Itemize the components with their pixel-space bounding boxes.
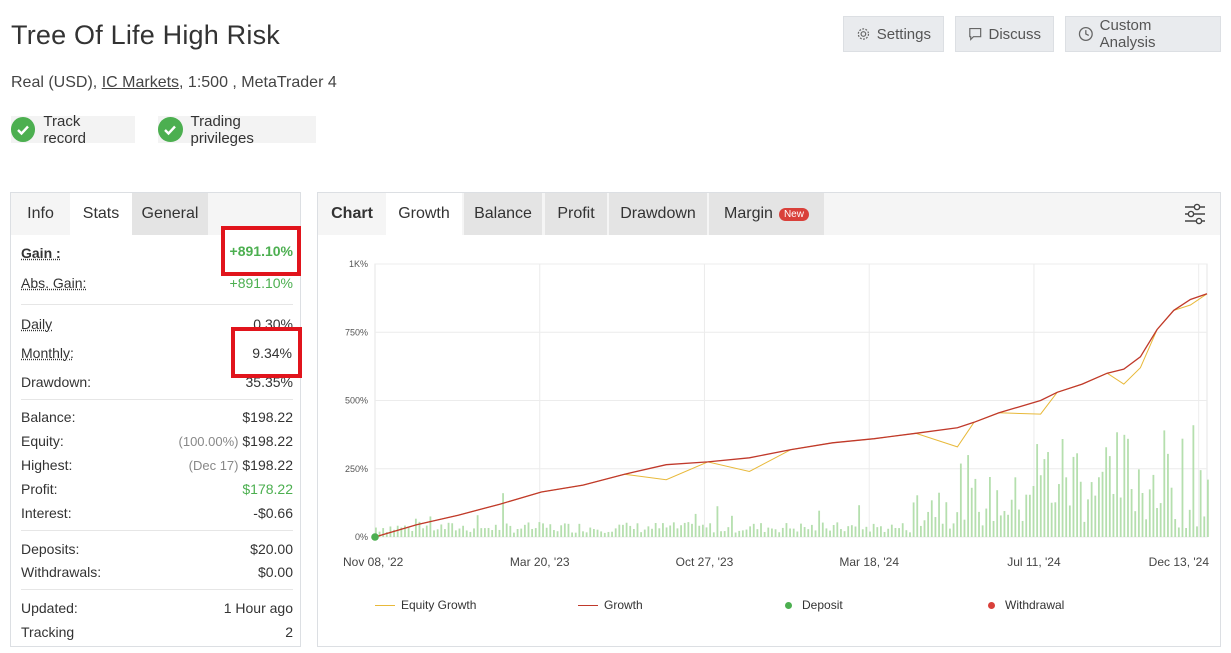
- deposits-value: $20.00: [250, 541, 293, 557]
- daily-label[interactable]: Daily: [21, 316, 52, 332]
- discuss-label: Discuss: [988, 25, 1041, 43]
- track-record-badge: Track record: [11, 113, 135, 147]
- profit-label: Profit:: [21, 481, 58, 497]
- gear-icon: [857, 28, 870, 40]
- tracking-label: Tracking: [21, 624, 75, 640]
- divider: [21, 304, 293, 305]
- deposits-row: Deposits: $20.00: [21, 541, 293, 557]
- divider: [21, 399, 293, 400]
- leverage-platform: , 1:500 , MetaTrader 4: [179, 74, 337, 91]
- chart-panel: Chart Growth Balance Profit Drawdown Mar…: [317, 192, 1221, 647]
- trading-privileges-badge: Trading privileges: [158, 113, 316, 147]
- legend-deposit[interactable]: Deposit: [785, 598, 843, 612]
- chart-options-icon[interactable]: [1183, 202, 1207, 231]
- check-icon: [11, 117, 36, 142]
- abs-gain-label[interactable]: Abs. Gain:: [21, 275, 86, 291]
- account-stats-panel: Info Stats General Gain : +891.10% Abs. …: [10, 192, 302, 647]
- margin-label: Margin: [724, 205, 773, 222]
- settings-button[interactable]: Settings: [843, 16, 944, 52]
- custom-analysis-button[interactable]: Custom Analysis: [1065, 16, 1221, 52]
- divider: [21, 530, 293, 531]
- withdrawals-value: $0.00: [257, 564, 293, 580]
- deposits-label: Deposits:: [21, 541, 80, 557]
- highest-date: (Dec 17): [188, 458, 239, 473]
- monthly-highlight: 9.34%: [231, 327, 302, 378]
- interest-label: Interest:: [21, 505, 72, 521]
- tab-margin[interactable]: Margin New: [709, 193, 824, 235]
- new-badge: New: [778, 207, 809, 221]
- interest-row: Interest: -$0.66: [21, 505, 293, 521]
- badge-label: Track record: [43, 112, 86, 147]
- balance-label: Balance:: [21, 409, 76, 425]
- comment-icon: [969, 27, 982, 41]
- gain-label[interactable]: Gain :: [21, 245, 61, 261]
- balance-row: Balance: $198.22: [21, 409, 293, 425]
- check-icon: [158, 117, 183, 142]
- highest-label: Highest:: [21, 457, 73, 473]
- withdrawals-label: Withdrawals:: [21, 564, 102, 580]
- equity-row: Equity: (100.00%) $198.22: [21, 433, 293, 449]
- abs-gain-value: +891.10%: [229, 275, 293, 291]
- settings-label: Settings: [876, 25, 931, 43]
- tab-drawdown[interactable]: Drawdown: [609, 193, 707, 235]
- legend-withdrawal[interactable]: Withdrawal: [988, 598, 1064, 612]
- updated-row: Updated: 1 Hour ago: [21, 600, 293, 616]
- monthly-label[interactable]: Monthly:: [21, 345, 74, 361]
- gain-highlight: +891.10%: [221, 226, 301, 276]
- broker-link[interactable]: IC Markets: [102, 74, 179, 91]
- equity-line-swatch: [375, 604, 395, 606]
- drawdown-label: Drawdown:: [21, 374, 92, 390]
- gain-value: +891.10%: [229, 243, 293, 259]
- legend-label: Growth: [604, 598, 643, 612]
- tab-info[interactable]: Info: [11, 193, 70, 235]
- monthly-value: 9.34%: [252, 345, 292, 361]
- tracking-value: 2: [285, 624, 293, 640]
- balance-value: $198.22: [242, 409, 293, 425]
- withdrawal-dot-swatch: [988, 601, 995, 609]
- tab-balance[interactable]: Balance: [464, 193, 542, 235]
- legend-label: Deposit: [802, 598, 843, 612]
- divider: [21, 589, 293, 590]
- page-title: Tree Of Life High Risk: [11, 20, 280, 50]
- profit-row: Profit: $178.22: [21, 481, 293, 497]
- withdrawals-row: Withdrawals: $0.00: [21, 564, 293, 580]
- tab-general[interactable]: General: [132, 193, 208, 235]
- tab-growth[interactable]: Growth: [386, 193, 462, 235]
- legend-label: Withdrawal: [1005, 598, 1065, 612]
- highest-row: Highest: (Dec 17) $198.22: [21, 457, 293, 473]
- custom-analysis-label: Custom Analysis: [1099, 17, 1156, 51]
- badge-label: Trading privileges: [190, 112, 254, 147]
- legend-label: Equity Growth: [401, 598, 477, 612]
- chart-tabs: Chart Growth Balance Profit Drawdown Mar…: [318, 193, 1220, 235]
- deposit-dot-swatch: [785, 601, 792, 609]
- account-subtitle: Real (USD), IC Markets, 1:500 , MetaTrad…: [11, 74, 337, 92]
- highest-value: $198.22: [242, 457, 293, 473]
- interest-value: -$0.66: [253, 505, 293, 521]
- legend-equity-growth[interactable]: Equity Growth: [375, 598, 476, 612]
- equity-percent: (100.00%): [178, 434, 239, 449]
- legend-growth[interactable]: Growth: [578, 598, 643, 612]
- growth-line-swatch: [578, 604, 598, 606]
- abs-gain-row: Abs. Gain: +891.10%: [21, 275, 293, 291]
- tab-chart[interactable]: Chart: [318, 193, 386, 235]
- clock-icon: [1078, 27, 1093, 41]
- tab-stats[interactable]: Stats: [70, 193, 132, 235]
- equity-label: Equity:: [21, 433, 64, 449]
- account-type: Real (USD),: [11, 74, 98, 91]
- updated-label: Updated:: [21, 600, 78, 616]
- profit-value: $178.22: [242, 481, 293, 497]
- updated-value: 1 Hour ago: [223, 600, 293, 616]
- discuss-button[interactable]: Discuss: [955, 16, 1054, 52]
- tracking-row: Tracking 2: [21, 624, 293, 640]
- equity-value: $198.22: [242, 433, 293, 449]
- tab-profit[interactable]: Profit: [545, 193, 607, 235]
